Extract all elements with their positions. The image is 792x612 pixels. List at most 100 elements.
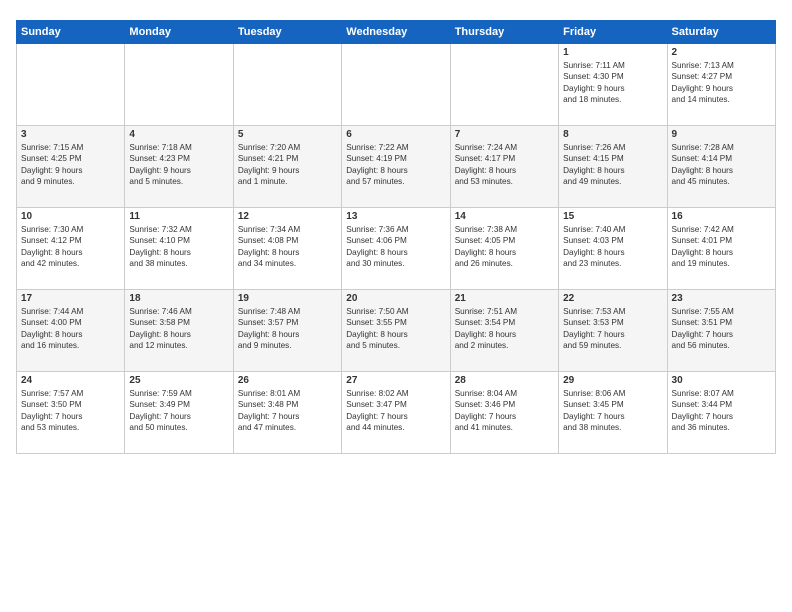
day-info: Sunrise: 8:06 AM Sunset: 3:45 PM Dayligh…: [563, 388, 662, 434]
calendar-cell: 18 Sunrise: 7:46 AM Sunset: 3:58 PM Dayli…: [125, 290, 233, 372]
day-info: Sunrise: 7:48 AM Sunset: 3:57 PM Dayligh…: [238, 306, 337, 352]
calendar-cell: [233, 44, 341, 126]
calendar-cell: 4Sunrise: 7:18 AM Sunset: 4:23 PM Daylig…: [125, 126, 233, 208]
day-info: Sunrise: 7:46 AM Sunset: 3:58 PM Dayligh…: [129, 306, 228, 352]
calendar-cell: 2 Sunrise: 7:13 AM Sunset: 4:27 PM Daylig…: [667, 44, 775, 126]
day-info: Sunrise: 7:42 AM Sunset: 4:01 PM Dayligh…: [672, 224, 771, 270]
calendar-cell: 25 Sunrise: 7:59 AM Sunset: 3:49 PM Dayli…: [125, 372, 233, 454]
day-number: 3: [21, 129, 120, 140]
calendar-cell: 19Sunrise: 7:48 AM Sunset: 3:57 PM Dayli…: [233, 290, 341, 372]
day-header-friday: Friday: [559, 21, 667, 44]
calendar-cell: 7 Sunrise: 7:24 AM Sunset: 4:17 PM Daylig…: [450, 126, 558, 208]
day-number: 8: [563, 129, 662, 140]
calendar-cell: 5 Sunrise: 7:20 AM Sunset: 4:21 PM Daylig…: [233, 126, 341, 208]
day-info: Sunrise: 7:55 AM Sunset: 3:51 PM Dayligh…: [672, 306, 771, 352]
day-number: 16: [672, 211, 771, 222]
calendar-cell: 29Sunrise: 8:06 AM Sunset: 3:45 PM Dayli…: [559, 372, 667, 454]
day-info: Sunrise: 7:57 AM Sunset: 3:50 PM Dayligh…: [21, 388, 120, 434]
calendar-table: SundayMondayTuesdayWednesdayThursdayFrid…: [16, 20, 776, 454]
day-number: 17: [21, 293, 120, 304]
calendar-cell: 1 Sunrise: 7:11 AM Sunset: 4:30 PM Daylig…: [559, 44, 667, 126]
day-info: Sunrise: 8:04 AM Sunset: 3:46 PM Dayligh…: [455, 388, 554, 434]
day-number: 21: [455, 293, 554, 304]
day-info: Sunrise: 8:07 AM Sunset: 3:44 PM Dayligh…: [672, 388, 771, 434]
day-info: Sunrise: 7:40 AM Sunset: 4:03 PM Dayligh…: [563, 224, 662, 270]
day-number: 5: [238, 129, 337, 140]
day-number: 2: [672, 47, 771, 58]
calendar-cell: [17, 44, 125, 126]
calendar-cell: 15Sunrise: 7:40 AM Sunset: 4:03 PM Dayli…: [559, 208, 667, 290]
day-number: 26: [238, 375, 337, 386]
calendar-cell: [450, 44, 558, 126]
day-info: Sunrise: 7:24 AM Sunset: 4:17 PM Dayligh…: [455, 142, 554, 188]
calendar-cell: [342, 44, 450, 126]
calendar-cell: 17 Sunrise: 7:44 AM Sunset: 4:00 PM Dayli…: [17, 290, 125, 372]
calendar-cell: 6 Sunrise: 7:22 AM Sunset: 4:19 PM Daylig…: [342, 126, 450, 208]
calendar-cell: 3 Sunrise: 7:15 AM Sunset: 4:25 PM Daylig…: [17, 126, 125, 208]
day-header-monday: Monday: [125, 21, 233, 44]
day-number: 24: [21, 375, 120, 386]
calendar-cell: 23 Sunrise: 7:55 AM Sunset: 3:51 PM Dayli…: [667, 290, 775, 372]
calendar-header-row: SundayMondayTuesdayWednesdayThursdayFrid…: [17, 21, 776, 44]
calendar-cell: 10Sunrise: 7:30 AM Sunset: 4:12 PM Dayli…: [17, 208, 125, 290]
day-header-tuesday: Tuesday: [233, 21, 341, 44]
calendar-cell: 28 Sunrise: 8:04 AM Sunset: 3:46 PM Dayli…: [450, 372, 558, 454]
calendar-cell: 30 Sunrise: 8:07 AM Sunset: 3:44 PM Dayli…: [667, 372, 775, 454]
day-number: 12: [238, 211, 337, 222]
day-number: 25: [129, 375, 228, 386]
calendar-cell: 9 Sunrise: 7:28 AM Sunset: 4:14 PM Daylig…: [667, 126, 775, 208]
day-number: 1: [563, 47, 662, 58]
day-number: 9: [672, 129, 771, 140]
day-number: 7: [455, 129, 554, 140]
day-info: Sunrise: 7:15 AM Sunset: 4:25 PM Dayligh…: [21, 142, 120, 188]
calendar-cell: 12 Sunrise: 7:34 AM Sunset: 4:08 PM Dayli…: [233, 208, 341, 290]
day-number: 27: [346, 375, 445, 386]
header: General Blue: [16, 12, 776, 14]
day-info: Sunrise: 7:36 AM Sunset: 4:06 PM Dayligh…: [346, 224, 445, 270]
day-info: Sunrise: 7:51 AM Sunset: 3:54 PM Dayligh…: [455, 306, 554, 352]
day-header-sunday: Sunday: [17, 21, 125, 44]
day-info: Sunrise: 7:13 AM Sunset: 4:27 PM Dayligh…: [672, 60, 771, 106]
day-number: 11: [129, 211, 228, 222]
calendar-cell: 27 Sunrise: 8:02 AM Sunset: 3:47 PM Dayli…: [342, 372, 450, 454]
day-info: Sunrise: 7:11 AM Sunset: 4:30 PM Dayligh…: [563, 60, 662, 106]
day-number: 13: [346, 211, 445, 222]
calendar-week-5: 24 Sunrise: 7:57 AM Sunset: 3:50 PM Dayli…: [17, 372, 776, 454]
calendar-cell: 13 Sunrise: 7:36 AM Sunset: 4:06 PM Dayli…: [342, 208, 450, 290]
calendar-week-3: 10Sunrise: 7:30 AM Sunset: 4:12 PM Dayli…: [17, 208, 776, 290]
day-info: Sunrise: 7:30 AM Sunset: 4:12 PM Dayligh…: [21, 224, 120, 270]
calendar-week-1: 1 Sunrise: 7:11 AM Sunset: 4:30 PM Daylig…: [17, 44, 776, 126]
day-number: 18: [129, 293, 228, 304]
day-info: Sunrise: 7:18 AM Sunset: 4:23 PM Dayligh…: [129, 142, 228, 188]
day-info: Sunrise: 7:32 AM Sunset: 4:10 PM Dayligh…: [129, 224, 228, 270]
day-info: Sunrise: 7:34 AM Sunset: 4:08 PM Dayligh…: [238, 224, 337, 270]
day-info: Sunrise: 7:20 AM Sunset: 4:21 PM Dayligh…: [238, 142, 337, 188]
day-number: 6: [346, 129, 445, 140]
day-info: Sunrise: 7:28 AM Sunset: 4:14 PM Dayligh…: [672, 142, 771, 188]
calendar-cell: [125, 44, 233, 126]
day-info: Sunrise: 7:59 AM Sunset: 3:49 PM Dayligh…: [129, 388, 228, 434]
calendar-cell: 24 Sunrise: 7:57 AM Sunset: 3:50 PM Dayli…: [17, 372, 125, 454]
calendar-cell: 16 Sunrise: 7:42 AM Sunset: 4:01 PM Dayli…: [667, 208, 775, 290]
day-info: Sunrise: 7:53 AM Sunset: 3:53 PM Dayligh…: [563, 306, 662, 352]
calendar-cell: 11 Sunrise: 7:32 AM Sunset: 4:10 PM Dayli…: [125, 208, 233, 290]
day-info: Sunrise: 7:44 AM Sunset: 4:00 PM Dayligh…: [21, 306, 120, 352]
day-header-wednesday: Wednesday: [342, 21, 450, 44]
day-info: Sunrise: 7:50 AM Sunset: 3:55 PM Dayligh…: [346, 306, 445, 352]
calendar-cell: 21 Sunrise: 7:51 AM Sunset: 3:54 PM Dayli…: [450, 290, 558, 372]
calendar-week-4: 17 Sunrise: 7:44 AM Sunset: 4:00 PM Dayli…: [17, 290, 776, 372]
calendar-cell: 26Sunrise: 8:01 AM Sunset: 3:48 PM Dayli…: [233, 372, 341, 454]
day-info: Sunrise: 7:22 AM Sunset: 4:19 PM Dayligh…: [346, 142, 445, 188]
day-info: Sunrise: 7:38 AM Sunset: 4:05 PM Dayligh…: [455, 224, 554, 270]
day-header-saturday: Saturday: [667, 21, 775, 44]
day-number: 14: [455, 211, 554, 222]
calendar-cell: 14 Sunrise: 7:38 AM Sunset: 4:05 PM Dayli…: [450, 208, 558, 290]
day-number: 30: [672, 375, 771, 386]
day-number: 20: [346, 293, 445, 304]
day-number: 22: [563, 293, 662, 304]
day-info: Sunrise: 7:26 AM Sunset: 4:15 PM Dayligh…: [563, 142, 662, 188]
day-header-thursday: Thursday: [450, 21, 558, 44]
day-info: Sunrise: 8:02 AM Sunset: 3:47 PM Dayligh…: [346, 388, 445, 434]
day-number: 28: [455, 375, 554, 386]
day-number: 23: [672, 293, 771, 304]
